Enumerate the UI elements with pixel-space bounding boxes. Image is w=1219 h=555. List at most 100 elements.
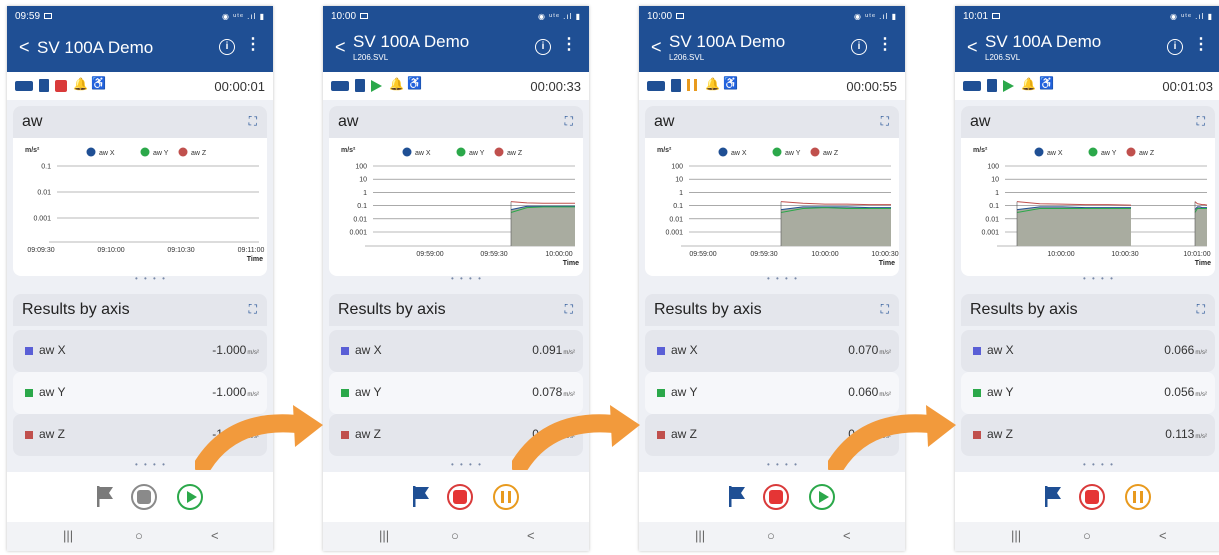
expand-icon[interactable]: ⛶ xyxy=(1197,114,1205,129)
value-unit: m/s² xyxy=(247,350,259,356)
play-icon xyxy=(1003,80,1014,92)
back-button[interactable]: < xyxy=(19,38,30,56)
nav-back-button[interactable]: < xyxy=(843,528,851,543)
recent-apps-button[interactable]: ||| xyxy=(695,528,705,543)
y-tick-label: 0.01 xyxy=(985,216,999,223)
x-tick-label: 09:59:30 xyxy=(480,251,507,258)
result-row-aw-x[interactable]: aw X 0.070m/s² xyxy=(645,330,899,372)
chart-page-indicator: • • • • xyxy=(135,274,167,283)
seated-person-icon: ♿ xyxy=(407,76,422,90)
home-button[interactable]: ○ xyxy=(1083,528,1091,543)
signal-icon: ◉ ᵘᵗᵉ .ıl ▮ xyxy=(1169,11,1213,21)
axis-label: aw Z xyxy=(671,427,698,441)
info-icon[interactable]: i xyxy=(851,39,867,55)
y-axis-unit: m/s² xyxy=(973,147,988,154)
value-number: 0.056 xyxy=(1164,385,1195,399)
y-tick-label: 10 xyxy=(359,177,367,184)
axis-label: aw Y xyxy=(355,385,382,399)
stop-button[interactable] xyxy=(131,484,157,510)
seated-person-icon: ♿ xyxy=(91,76,106,90)
recent-apps-button[interactable]: ||| xyxy=(63,528,73,543)
status-left: 10:00 xyxy=(647,10,685,22)
sd-card-icon xyxy=(355,79,365,92)
back-button[interactable]: < xyxy=(651,38,662,56)
axis-color-swatch xyxy=(25,389,33,397)
chart-page-indicator: • • • • xyxy=(1083,274,1115,283)
home-button[interactable]: ○ xyxy=(767,528,775,543)
more-menu-icon[interactable]: ⋮ xyxy=(877,36,893,54)
stop-icon xyxy=(55,80,67,92)
expand-icon[interactable]: ⛶ xyxy=(249,114,257,129)
clock: 10:00 xyxy=(647,10,673,22)
value-unit: m/s² xyxy=(1195,434,1207,440)
result-row-aw-x[interactable]: aw X -1.000m/s² xyxy=(13,330,267,372)
home-button[interactable]: ○ xyxy=(135,528,143,543)
y-tick-label: 100 xyxy=(355,164,367,171)
alarm-bell-icon: 🔔 xyxy=(1021,77,1036,91)
expand-icon[interactable]: ⛶ xyxy=(881,302,889,317)
back-button[interactable]: < xyxy=(335,38,346,56)
expand-icon[interactable]: ⛶ xyxy=(1197,302,1205,317)
control-bar xyxy=(7,472,273,522)
result-row-aw-x[interactable]: aw X 0.091m/s² xyxy=(329,330,583,372)
nav-back-button[interactable]: < xyxy=(527,528,535,543)
x-tick-label: 09:09:30 xyxy=(27,247,54,254)
result-row-aw-z[interactable]: aw Z 0.113m/s² xyxy=(961,414,1215,456)
pause-button[interactable] xyxy=(1125,484,1151,510)
app-bar: < SV 100A Demo L206.SVL i ⋮ xyxy=(639,26,905,72)
stop-button[interactable] xyxy=(763,484,789,510)
chart-page-indicator: • • • • xyxy=(451,274,483,283)
stop-button[interactable] xyxy=(447,484,473,510)
legend-label: aw X xyxy=(99,150,115,157)
info-icon[interactable]: i xyxy=(1167,39,1183,55)
value-number: 0.091 xyxy=(532,343,563,357)
alarm-bell-icon: 🔔 xyxy=(705,77,720,91)
start-button[interactable] xyxy=(177,484,203,510)
info-icon[interactable]: i xyxy=(535,39,551,55)
expand-icon[interactable]: ⛶ xyxy=(565,302,573,317)
marker-flag-button[interactable] xyxy=(95,484,115,508)
back-button[interactable]: < xyxy=(967,38,978,56)
chart-card-header: aw ⛶ xyxy=(13,106,267,138)
marker-flag-button[interactable] xyxy=(727,484,747,508)
more-menu-icon[interactable]: ⋮ xyxy=(1193,36,1209,54)
battery-icon xyxy=(15,81,33,91)
nav-back-button[interactable]: < xyxy=(211,528,219,543)
expand-icon[interactable]: ⛶ xyxy=(249,302,257,317)
status-icon-row: 🔔 ♿ 00:01:03 xyxy=(955,72,1219,100)
expand-icon[interactable]: ⛶ xyxy=(881,114,889,129)
stop-icon xyxy=(137,490,151,504)
x-tick-label: 10:00:30 xyxy=(871,251,898,258)
expand-icon[interactable]: ⛶ xyxy=(565,114,573,129)
flag-cloth xyxy=(99,487,113,499)
legend-label: aw Z xyxy=(191,150,207,157)
marker-flag-button[interactable] xyxy=(411,484,431,508)
system-navigation-bar: ||| ○ < xyxy=(955,522,1219,551)
app-title: SV 100A Demo xyxy=(353,32,470,51)
stop-button[interactable] xyxy=(1079,484,1105,510)
result-row-aw-x[interactable]: aw X 0.066m/s² xyxy=(961,330,1215,372)
pause-button[interactable] xyxy=(493,484,519,510)
y-tick-label: 100 xyxy=(671,164,683,171)
app-bar: < SV 100A Demo L206.SVL i ⋮ xyxy=(323,26,589,72)
chart-title: aw xyxy=(970,113,991,130)
more-menu-icon[interactable]: ⋮ xyxy=(561,36,577,54)
result-row-aw-y[interactable]: aw Y 0.056m/s² xyxy=(961,372,1215,414)
y-tick-label: 1 xyxy=(995,190,999,197)
alarm-bell-icon: 🔔 xyxy=(73,77,88,91)
recent-apps-button[interactable]: ||| xyxy=(379,528,389,543)
flag-pole xyxy=(413,486,416,507)
x-tick-label: 09:10:00 xyxy=(97,247,124,254)
axis-value: 0.066m/s² xyxy=(1164,343,1207,357)
data-area xyxy=(1017,206,1131,246)
recent-apps-button[interactable]: ||| xyxy=(1011,528,1021,543)
more-menu-icon[interactable]: ⋮ xyxy=(245,36,261,54)
marker-flag-button[interactable] xyxy=(1043,484,1063,508)
status-icon-row: 🔔 ♿ 00:00:33 xyxy=(323,72,589,100)
legend-marker-aw-x xyxy=(86,147,96,157)
nav-back-button[interactable]: < xyxy=(1159,528,1167,543)
home-button[interactable]: ○ xyxy=(451,528,459,543)
info-icon[interactable]: i xyxy=(219,39,235,55)
start-button[interactable] xyxy=(809,484,835,510)
results-title: Results by axis xyxy=(338,301,446,318)
